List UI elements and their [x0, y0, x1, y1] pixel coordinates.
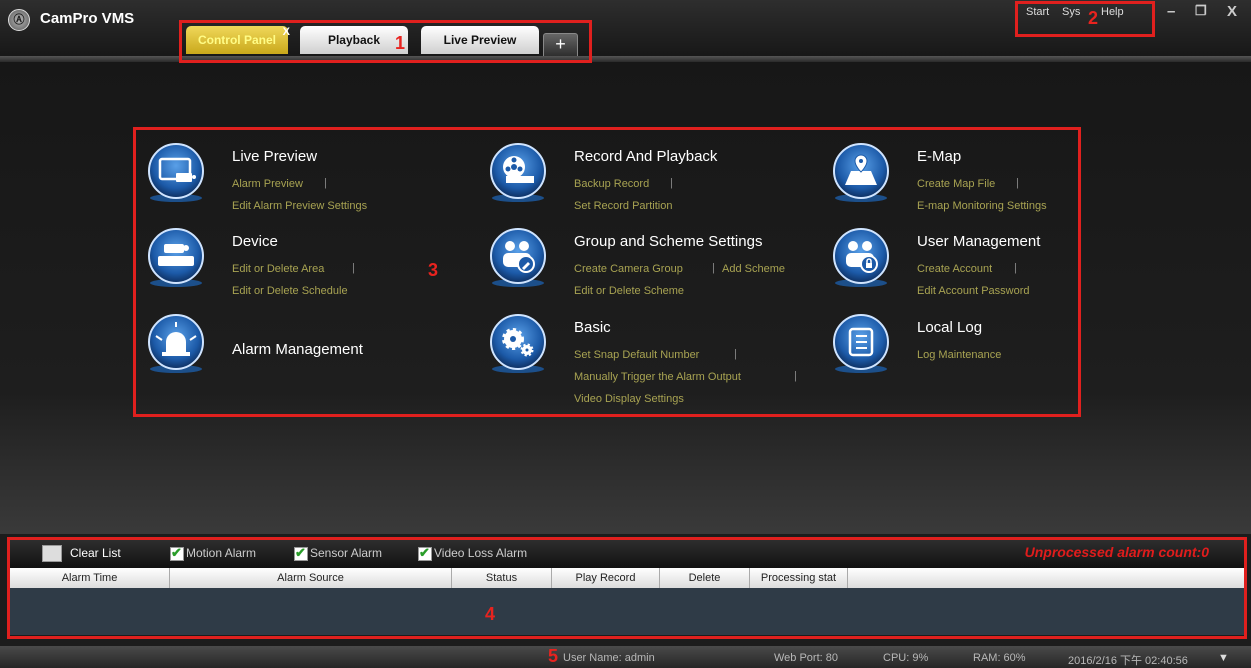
tab-control-panel[interactable]: Control Panel X — [186, 26, 290, 54]
link-video-display-settings[interactable]: Video Display Settings — [574, 393, 684, 405]
alarm-table-body — [10, 588, 1245, 635]
link-separator: | — [794, 370, 797, 382]
sensor-alarm-checkbox[interactable] — [294, 545, 308, 561]
control-panel-content — [0, 62, 1251, 534]
module-title[interactable]: User Management — [917, 233, 1040, 250]
status-dropdown-icon[interactable]: ▼ — [1218, 652, 1229, 664]
module-title[interactable]: Basic — [574, 319, 611, 336]
link-emap-monitoring-settings[interactable]: E-map Monitoring Settings — [917, 200, 1047, 212]
link-separator: | — [1016, 177, 1019, 189]
link-edit-account-password[interactable]: Edit Account Password — [917, 285, 1030, 297]
col-status[interactable]: Status — [452, 568, 552, 588]
minimize-icon[interactable]: – — [1167, 3, 1175, 20]
status-user-name: User Name: admin — [563, 652, 655, 664]
unprocessed-alarm-count: Unprocessed alarm count:0 — [1024, 544, 1209, 560]
link-alarm-preview[interactable]: Alarm Preview — [232, 178, 303, 190]
motion-alarm-label: Motion Alarm — [186, 546, 257, 560]
sensor-alarm-label: Sensor Alarm — [310, 546, 383, 560]
clear-list-button[interactable]: Clear List — [70, 546, 121, 560]
col-play-record[interactable]: Play Record — [552, 568, 660, 588]
module-title[interactable]: Record And Playback — [574, 148, 717, 165]
col-alarm-time[interactable]: Alarm Time — [10, 568, 170, 588]
module-title[interactable]: E-Map — [917, 148, 961, 165]
app-title: CamPro VMS — [40, 10, 135, 27]
link-create-map-file[interactable]: Create Map File — [917, 178, 995, 190]
app-logo-icon: Ⓐ — [8, 9, 30, 31]
user-lock-icon[interactable] — [831, 228, 891, 288]
link-edit-delete-scheme[interactable]: Edit or Delete Scheme — [574, 285, 684, 297]
link-separator: | — [352, 262, 355, 274]
menu-sys[interactable]: Sys — [1062, 6, 1080, 18]
annotation-number-4: 4 — [485, 604, 496, 624]
tab-playback[interactable]: Playback — [300, 26, 408, 54]
annotation-number-5: 5 — [548, 646, 559, 666]
link-separator: | — [712, 262, 715, 274]
title-bar: Ⓐ CamPro VMS Control Panel X Playback Li… — [0, 0, 1251, 62]
col-delete[interactable]: Delete — [660, 568, 750, 588]
link-log-maintenance[interactable]: Log Maintenance — [917, 349, 1001, 361]
alarm-table-header: Alarm Time Alarm Source Status Play Reco… — [10, 568, 1245, 588]
link-edit-alarm-preview-settings[interactable]: Edit Alarm Preview Settings — [232, 200, 367, 212]
link-edit-delete-schedule[interactable]: Edit or Delete Schedule — [232, 285, 348, 297]
add-tab-button[interactable]: + — [543, 33, 578, 57]
link-manually-trigger-alarm-output[interactable]: Manually Trigger the Alarm Output — [574, 371, 741, 383]
clear-list-icon[interactable] — [42, 545, 62, 562]
annotation-number-2: 2 — [1088, 8, 1099, 28]
link-backup-record[interactable]: Backup Record — [574, 178, 649, 190]
status-cpu: CPU: 9% — [883, 652, 929, 664]
status-datetime: 2016/2/16 下午 02:40:56 — [1068, 655, 1188, 667]
monitor-camera-icon[interactable] — [146, 143, 206, 203]
link-set-record-partition[interactable]: Set Record Partition — [574, 200, 672, 212]
alarm-siren-icon[interactable] — [146, 314, 206, 374]
map-pin-icon[interactable] — [831, 143, 891, 203]
module-title[interactable]: Device — [232, 233, 278, 250]
tab-label: Control Panel — [197, 33, 276, 47]
tab-live-preview[interactable]: Live Preview — [421, 26, 539, 54]
link-create-account[interactable]: Create Account — [917, 263, 992, 275]
tab-label: Live Preview — [443, 33, 517, 47]
motion-alarm-checkbox[interactable] — [170, 545, 184, 561]
link-separator: | — [734, 348, 737, 360]
nvr-device-icon[interactable] — [146, 228, 206, 288]
close-icon[interactable]: X — [1227, 3, 1237, 20]
col-alarm-source[interactable]: Alarm Source — [170, 568, 452, 588]
module-title[interactable]: Group and Scheme Settings — [574, 233, 762, 250]
link-separator: | — [670, 177, 673, 189]
col-processing-status[interactable]: Processing stat — [750, 568, 848, 588]
log-list-icon[interactable] — [831, 314, 891, 374]
group-edit-icon[interactable] — [488, 228, 548, 288]
video-loss-alarm-checkbox[interactable] — [418, 545, 432, 561]
annotation-number-1: 1 — [395, 33, 406, 53]
link-create-camera-group[interactable]: Create Camera Group — [574, 263, 683, 275]
film-reel-icon[interactable] — [488, 143, 548, 203]
restore-icon[interactable]: ❐ — [1195, 3, 1207, 19]
status-ram: RAM: 60% — [973, 652, 1026, 664]
link-add-scheme[interactable]: Add Scheme — [722, 263, 785, 275]
module-title[interactable]: Live Preview — [232, 148, 317, 165]
tab-close-icon[interactable]: X — [283, 18, 290, 46]
status-web-port: Web Port: 80 — [774, 652, 838, 664]
annotation-number-3: 3 — [428, 260, 439, 280]
module-title[interactable]: Local Log — [917, 319, 982, 336]
link-set-snap-default-number[interactable]: Set Snap Default Number — [574, 349, 699, 361]
menu-help[interactable]: Help — [1101, 6, 1124, 18]
alarm-toolbar: Clear List Motion Alarm Sensor Alarm Vid… — [10, 540, 1245, 568]
status-bar: User Name: admin Web Port: 80 CPU: 9% RA… — [0, 646, 1251, 668]
module-title[interactable]: Alarm Management — [232, 341, 363, 358]
link-separator: | — [1014, 262, 1017, 274]
link-edit-delete-area[interactable]: Edit or Delete Area — [232, 263, 324, 275]
video-loss-alarm-label: Video Loss Alarm — [434, 546, 528, 560]
tab-label: Playback — [327, 33, 381, 47]
menu-start[interactable]: Start — [1026, 6, 1049, 18]
link-separator: | — [324, 177, 327, 189]
gears-icon[interactable] — [488, 314, 548, 374]
